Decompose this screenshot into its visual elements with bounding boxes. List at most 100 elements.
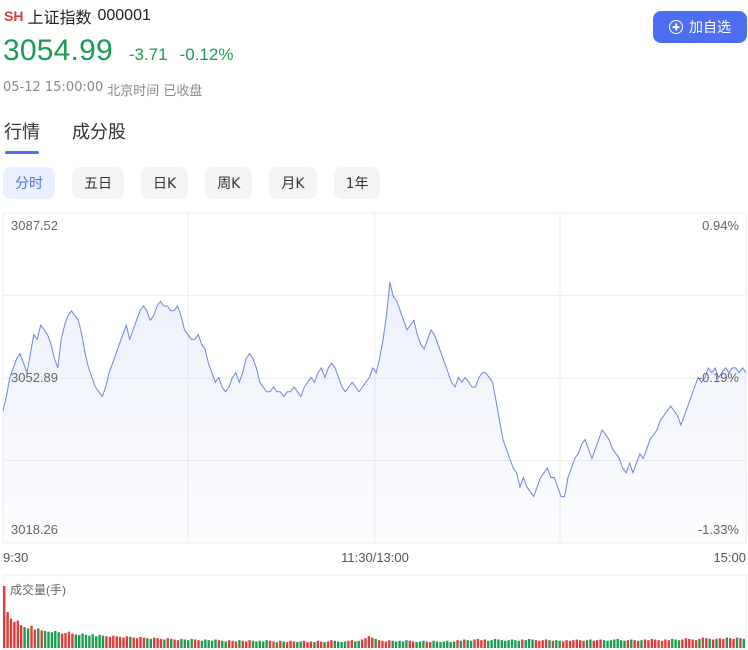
period-one-year[interactable]: 1年 xyxy=(333,167,381,199)
volume-bar xyxy=(388,640,391,648)
volume-bar xyxy=(521,639,524,648)
volume-bar xyxy=(282,641,285,648)
volume-bar xyxy=(197,640,200,648)
tab-quote[interactable]: 行情 xyxy=(4,118,40,154)
volume-bar xyxy=(357,640,360,648)
volume-bar xyxy=(330,640,333,648)
volume-bar xyxy=(582,640,585,648)
volume-bar xyxy=(88,635,91,648)
volume-bar xyxy=(579,640,582,648)
period-monthly-k[interactable]: 月K xyxy=(269,167,317,199)
volume-bar xyxy=(548,640,551,648)
volume-bar xyxy=(20,625,23,648)
volume-bar xyxy=(210,640,214,648)
volume-bar xyxy=(227,640,231,648)
volume-bar xyxy=(234,641,238,648)
volume-bar xyxy=(360,639,364,648)
volume-bar xyxy=(135,638,139,648)
volume-bar xyxy=(67,631,71,648)
x-label-close: 15:00 xyxy=(713,550,746,565)
volume-bar xyxy=(354,641,357,648)
volume-bar xyxy=(285,642,289,648)
volume-bar xyxy=(572,640,575,648)
volume-bar xyxy=(367,636,371,648)
add-watchlist-button[interactable]: 加自选 xyxy=(653,11,747,43)
volume-bar xyxy=(377,640,381,648)
volume-bar xyxy=(565,640,568,648)
volume-bar xyxy=(418,641,422,648)
volume-bar xyxy=(674,639,677,648)
volume-bar xyxy=(534,640,538,648)
volume-bar xyxy=(309,641,313,648)
volume-bar xyxy=(122,637,125,648)
volume-bar xyxy=(101,635,105,648)
volume-bar xyxy=(568,640,572,648)
y-pct-mid: -0.19% xyxy=(698,370,740,385)
volume-bar xyxy=(268,640,272,648)
stock-title: SH 上证指数 000001 xyxy=(4,4,151,28)
volume-bar xyxy=(439,642,442,648)
volume-bar xyxy=(132,637,135,648)
stock-name: 上证指数 xyxy=(27,8,92,27)
add-watchlist-label: 加自选 xyxy=(689,20,731,36)
period-weekly-k[interactable]: 周K xyxy=(205,167,253,199)
volume-bar xyxy=(316,640,319,648)
volume-bar xyxy=(412,641,415,648)
volume-bar xyxy=(469,640,473,648)
volume-bar xyxy=(602,640,606,648)
volume-bar xyxy=(490,640,493,648)
volume-bar xyxy=(510,639,514,648)
volume-bar xyxy=(394,641,398,648)
period-daily-k[interactable]: 日K xyxy=(141,167,189,199)
volume-bar xyxy=(538,640,541,648)
volume-bar xyxy=(657,640,660,648)
volume-bar xyxy=(459,640,463,648)
volume-bar xyxy=(33,629,37,648)
price-row: 3054.99 -3.71 -0.12% xyxy=(3,34,233,68)
volume-bar xyxy=(74,634,77,648)
volume-bar xyxy=(193,639,197,648)
volume-bar xyxy=(456,640,459,648)
volume-bar xyxy=(401,641,405,648)
volume-bar xyxy=(302,640,306,648)
volume-bar xyxy=(691,639,694,648)
volume-bar xyxy=(251,640,255,648)
period-intraday[interactable]: 分时 xyxy=(3,167,55,199)
volume-bar xyxy=(374,638,377,648)
volume-bar xyxy=(531,639,534,648)
volume-bar xyxy=(408,640,411,648)
volume-bar xyxy=(326,641,330,648)
volume-bar xyxy=(684,638,688,648)
volume-bar xyxy=(585,640,589,648)
volume-bar xyxy=(429,642,432,648)
period-five-day[interactable]: 五日 xyxy=(72,167,124,199)
volume-bar xyxy=(289,640,292,648)
volume-bar xyxy=(664,639,667,648)
volume-bar xyxy=(323,642,326,648)
volume-bar xyxy=(623,640,626,648)
volume-bar xyxy=(265,640,268,648)
volume-bar xyxy=(57,632,60,648)
volume-bar xyxy=(562,641,565,648)
volume-bar xyxy=(442,641,446,648)
price-change: -3.71 xyxy=(128,45,168,64)
volume-bar xyxy=(84,634,88,648)
tab-constituents[interactable]: 成分股 xyxy=(72,118,126,154)
volume-label: 成交量(手) xyxy=(10,582,66,597)
volume-bar xyxy=(183,639,186,648)
volume-bar xyxy=(391,640,394,648)
volume-bar xyxy=(217,640,221,648)
volume-bar xyxy=(16,620,19,648)
intraday-chart[interactable]: 3087.52 3052.89 3018.26 0.94% -0.19% -1.… xyxy=(0,210,748,650)
volume-bar xyxy=(149,638,152,648)
volume-bar xyxy=(660,640,664,648)
volume-bar xyxy=(187,640,190,648)
volume-bar xyxy=(60,633,64,648)
volume-bar xyxy=(98,634,101,648)
volume-bar xyxy=(514,640,517,648)
volume-bar xyxy=(640,640,643,648)
volume-bar xyxy=(13,621,16,648)
volume-bar xyxy=(221,640,224,648)
volume-bar xyxy=(596,640,599,648)
current-price: 3054.99 xyxy=(3,34,113,67)
